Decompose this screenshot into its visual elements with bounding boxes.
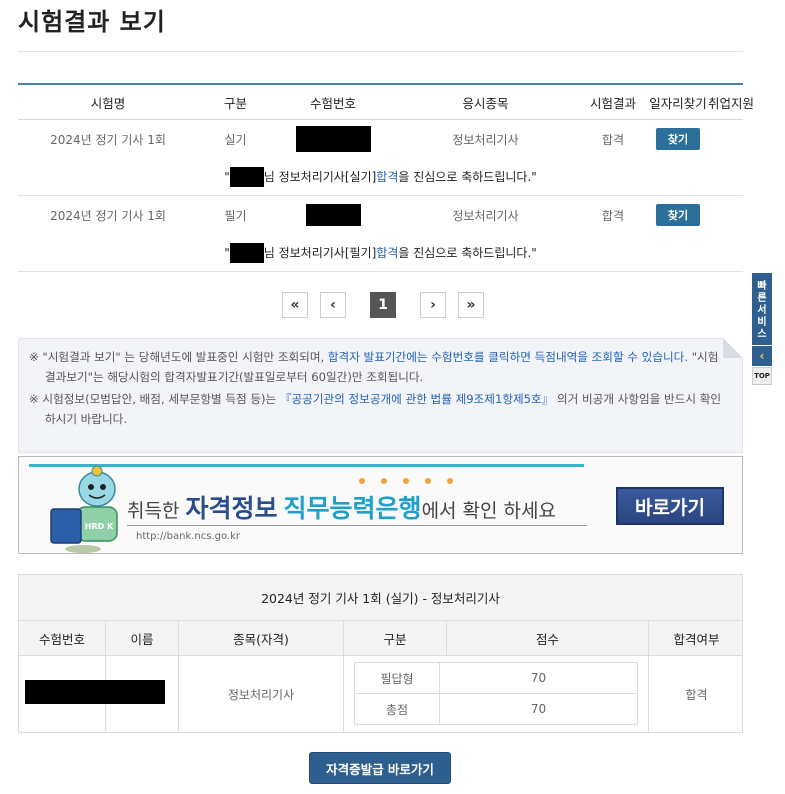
detail-header: 수험번호 이름 종목(자격) 구분 점수 합격여부 — [19, 621, 742, 656]
banner-decor-dots — [359, 478, 459, 486]
subject: 정보처리기사 — [452, 132, 519, 147]
result: 합격 — [601, 132, 625, 147]
detail-title: 2024년 정기 기사 1회 (실기) - 정보처리기사 — [19, 575, 742, 621]
exam-number-link[interactable] — [273, 204, 393, 226]
quick-service-tab[interactable]: 빠른서비스 — [752, 273, 772, 345]
exam-number-link[interactable] — [273, 126, 393, 152]
page-1-button[interactable]: 1 — [370, 292, 396, 318]
col-exam-number: 수험번호 — [19, 621, 106, 655]
col-job-search: 일자리찾기 — [649, 95, 707, 111]
score-row: 필답형 70 — [354, 662, 638, 694]
notice-line-2: ※ 시험정보(모범답안, 배점, 세부문항별 득점 등)는 『공공기관의 정보공… — [29, 392, 722, 426]
congrats-message: " 님 정보처리기사[실기] 합격 을 진심으로 축하드립니다." — [18, 158, 743, 196]
table-row: 2024년 정기 기사 1회 필기 정보처리기사 합격 찾기 — [18, 196, 743, 234]
col-result: 시험결과 — [589, 95, 636, 111]
mascot-icon: HRD K — [50, 465, 118, 553]
col-exam-number: 수험번호 — [309, 95, 356, 111]
redacted-exam-number — [295, 126, 371, 152]
pagination: « ‹ 1 › » — [282, 292, 484, 318]
quick-service: 빠른서비스 ‹ TOP — [752, 273, 772, 385]
next-page-button[interactable]: › — [420, 292, 446, 318]
exam-name: 2024년 정기 기사 1회 — [50, 208, 166, 223]
results-table: 시험명 구분 수험번호 응시종목 시험결과 일자리찾기 취업지원 2024년 정… — [18, 83, 755, 272]
quick-toggle-button[interactable]: ‹ — [752, 346, 772, 366]
results-header: 시험명 구분 수험번호 응시종목 시험결과 일자리찾기 취업지원 — [18, 85, 755, 120]
col-employment-support: 취업지원 — [708, 95, 755, 111]
col-name: 이름 — [106, 621, 179, 655]
detail-row: 정보처리기사 필답형 70 총점 70 합격 — [19, 656, 742, 732]
banner-text: 취득한 자격정보 직무능력은행에서 확인 하세요 — [127, 494, 557, 523]
result: 합격 — [601, 208, 625, 223]
detail-qualification: 정보처리기사 — [179, 656, 344, 732]
congrats-text: 님 정보처리기사[필기] — [263, 246, 377, 260]
notice-box: ※ "시험결과 보기" 는 당해년도에 발표중인 시험만 조회되며, 합격자 발… — [18, 338, 743, 453]
score-detail-table: 2024년 정기 기사 1회 (실기) - 정보처리기사 수험번호 이름 종목(… — [18, 574, 743, 733]
detail-exam-number — [19, 656, 165, 732]
exam-type: 실기 — [224, 132, 247, 147]
scroll-top-button[interactable]: TOP — [752, 367, 772, 385]
col-pass: 합격여부 — [673, 631, 720, 647]
redacted-exam-number — [305, 204, 361, 226]
divider — [18, 51, 743, 52]
congrats-text-end: 을 진심으로 축하드립니다." — [398, 170, 537, 184]
score-breakdown: 필답형 70 총점 70 — [344, 656, 649, 732]
redacted-exam-number — [25, 680, 165, 704]
find-job-button[interactable]: 찾기 — [655, 128, 701, 150]
col-exam-name: 시험명 — [90, 95, 126, 111]
mascot-badge-text: HRD K — [85, 522, 114, 531]
banner-go-button[interactable]: 바로가기 — [616, 487, 724, 525]
congrats-highlight: 합격 — [376, 246, 399, 260]
congrats-text: 님 정보처리기사[실기] — [263, 170, 377, 184]
last-page-button[interactable]: » — [458, 292, 484, 318]
page-title: 시험결과 보기 — [18, 8, 166, 36]
certificate-issue-button[interactable]: 자격증발급 바로가기 — [309, 752, 451, 784]
col-subject: 응시종목 — [462, 95, 509, 111]
first-page-button[interactable]: « — [282, 292, 308, 318]
congrats-message: " 님 정보처리기사[필기] 합격 을 진심으로 축하드립니다." — [18, 234, 743, 272]
col-type: 구분 — [223, 95, 247, 111]
find-job-button[interactable]: 찾기 — [655, 204, 701, 226]
congrats-highlight: 합격 — [376, 170, 399, 184]
redacted-name — [229, 242, 264, 263]
score-row: 총점 70 — [354, 693, 638, 725]
detail-pass: 합격 — [685, 687, 708, 702]
subject: 정보처리기사 — [452, 208, 519, 223]
congrats-text-end: 을 진심으로 축하드립니다." — [398, 246, 537, 260]
col-score: 점수 — [447, 621, 649, 655]
ncs-bank-banner[interactable]: HRD K 취득한 자격정보 직무능력은행에서 확인 하세요 http://ba… — [18, 456, 743, 554]
col-category: 구분 — [344, 621, 447, 655]
notice-line-1: ※ "시험결과 보기" 는 당해년도에 발표중인 시험만 조회되며, 합격자 발… — [29, 350, 719, 384]
prev-page-button[interactable]: ‹ — [320, 292, 346, 318]
page-curl-decoration — [723, 338, 743, 358]
table-row: 2024년 정기 기사 1회 실기 정보처리기사 합격 찾기 — [18, 120, 743, 158]
redacted-name — [229, 166, 264, 187]
banner-url: http://bank.ncs.go.kr — [136, 531, 241, 542]
col-qualification: 종목(자격) — [179, 621, 344, 655]
exam-name: 2024년 정기 기사 1회 — [50, 132, 166, 147]
exam-type: 필기 — [224, 208, 247, 223]
banner-underline — [127, 525, 587, 526]
